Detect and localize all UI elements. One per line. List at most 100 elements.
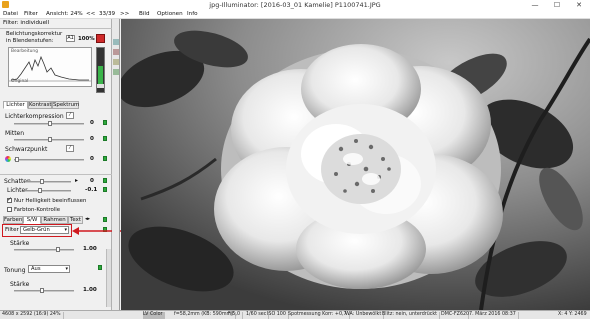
tonung-indicator[interactable]	[98, 265, 102, 270]
mitten-thumb[interactable]	[48, 137, 52, 142]
menu-info[interactable]: Info	[187, 11, 198, 17]
lichterkompression-thumb[interactable]	[48, 121, 52, 126]
helligkeit-checkbox[interactable]	[7, 196, 12, 203]
maximize-button[interactable]: ☐	[546, 0, 568, 10]
staerke-label: Stärke	[10, 240, 30, 247]
control-panel: Filter: individuell Belichtungskorrektur…	[0, 19, 112, 310]
panel-scrollbar[interactable]	[106, 249, 111, 307]
tab-sw[interactable]: S/W	[23, 216, 41, 224]
exposure-slider[interactable]	[96, 47, 105, 93]
status-dimensions: 4608 x 2592 (16:9) 24%	[2, 312, 64, 319]
schwarzpunkt-thumb[interactable]	[15, 157, 19, 162]
tab-farben[interactable]: Farben	[3, 216, 23, 224]
histogram: Bearbeitung Original	[8, 47, 92, 87]
filter-label: Filter	[5, 227, 19, 233]
color-wheel-icon	[5, 156, 11, 162]
filter-select[interactable]: Gelb-Grün ▾	[20, 226, 69, 234]
tab-spektrum[interactable]: Spektrum	[52, 101, 79, 109]
farbton-label: Farbton-Kontrolle	[14, 207, 61, 213]
schwarzpunkt-label: Schwarzpunkt	[5, 146, 48, 153]
schatten-slider[interactable]	[25, 181, 71, 183]
status-flash: Blitz: nein, unterdrückt	[382, 312, 441, 319]
schwarzpunkt-slider[interactable]	[14, 159, 84, 161]
filter-title: Filter: individuell	[3, 20, 50, 26]
eyedropper-icon[interactable]: ⁄	[66, 112, 74, 119]
lichterkompression-label: Lichterkompression	[5, 113, 64, 120]
menu-filter[interactable]: Filter	[24, 11, 38, 17]
panel-divider	[0, 28, 112, 29]
status-bar: 4608 x 2592 (16:9) 24% LV Color f=58,2mm…	[0, 310, 590, 319]
staerke2-value: 1.00	[83, 287, 97, 293]
chevron-down-icon: ▾	[64, 227, 67, 233]
tab-text[interactable]: Text	[68, 216, 83, 224]
tool-icon-1[interactable]	[113, 39, 119, 45]
status-focal: f=58,2mm (KB: 590mm)	[174, 312, 237, 319]
status-color: LV Color	[143, 312, 166, 319]
schwarzpunkt-value: 0	[90, 156, 94, 162]
staerke2-thumb[interactable]	[40, 288, 44, 293]
minimize-button[interactable]: —	[524, 0, 546, 10]
menu-ansicht[interactable]: Ansicht: 24%	[46, 11, 83, 17]
staerke-value: 1.00	[83, 246, 97, 252]
tonung-select-value: Aus	[31, 266, 41, 272]
tonung-label: Tonung	[4, 267, 26, 274]
status-wb: WA: Unbewölkt	[345, 312, 385, 319]
exposure-label-2: in Blendenstufen:	[6, 38, 54, 44]
status-coords: X: 4 Y: 2469	[558, 312, 587, 317]
status-shutter: 1/60 sec	[246, 312, 270, 319]
slider-thumb	[97, 84, 104, 88]
status-date: 07. März 2016 08:37	[466, 312, 519, 319]
staerke-thumb[interactable]	[56, 247, 60, 252]
title-bar: jpg-Illuminator: [2016-03_01 Kamelie] P1…	[0, 0, 590, 10]
schatten-thumb[interactable]	[40, 179, 44, 184]
zoom-percent: 100%	[78, 36, 95, 42]
tab-lichter[interactable]: Lichter	[3, 101, 28, 109]
close-button[interactable]: ✕	[568, 0, 590, 10]
staerke2-label: Stärke	[10, 281, 30, 288]
sw-indicator[interactable]	[103, 217, 107, 222]
schatten-value: 0	[90, 178, 94, 184]
chevron-down-icon-2: ▾	[65, 266, 68, 272]
schatten-arrow-icon[interactable]: ▸	[75, 177, 78, 184]
menu-bild[interactable]: Bild	[139, 11, 150, 17]
staerke2-slider[interactable]	[14, 290, 74, 292]
mitten-label: Mitten	[5, 130, 25, 137]
image-preview[interactable]	[121, 19, 590, 310]
slider-green-segment	[98, 66, 103, 86]
tool-icon-4[interactable]	[113, 69, 119, 75]
tool-icon-2[interactable]	[113, 49, 119, 55]
tab-kontrast[interactable]: Kontrast	[28, 101, 52, 109]
staerke-slider[interactable]	[14, 249, 74, 251]
reset-button[interactable]	[96, 34, 105, 43]
lichter-slider[interactable]	[25, 190, 71, 192]
image-counter: 33/39	[99, 11, 116, 17]
a1-badge[interactable]: A1	[66, 35, 75, 42]
menu-bar: Datei Filter Ansicht: 24% << 33/39 >> Bi…	[0, 10, 590, 19]
mitten-indicator[interactable]	[103, 136, 107, 141]
menu-datei[interactable]: Datei	[3, 11, 18, 17]
schwarzpunkt-indicator[interactable]	[103, 156, 107, 161]
histogram-label-top: Bearbeitung	[11, 49, 38, 54]
window-title: jpg-Illuminator: [2016-03_01 Kamelie] P1…	[209, 1, 381, 9]
status-camera: DMC-FZ62	[441, 312, 470, 319]
tool-icon-3[interactable]	[113, 59, 119, 65]
status-metering: Spotmessung Korr: +0,7	[288, 312, 350, 319]
tool-strip	[112, 19, 120, 310]
menu-optionen[interactable]: Optionen	[157, 11, 183, 17]
eyedropper-icon-2[interactable]: ⁄	[66, 145, 74, 152]
status-iso: ISO 100	[267, 312, 289, 319]
filter-select-value: Gelb-Grün	[23, 227, 50, 233]
tabs-scroll-icon[interactable]: ◂▸	[85, 216, 90, 222]
lichter-thumb[interactable]	[38, 188, 42, 193]
lichterkompression-indicator[interactable]	[103, 120, 107, 125]
lichter-indicator[interactable]	[103, 187, 107, 192]
tab-rahmen[interactable]: Rahmen	[41, 216, 68, 224]
exposure-label: Belichtungskorrektur	[6, 31, 63, 37]
schatten-indicator[interactable]	[103, 178, 107, 183]
farbton-checkbox[interactable]	[7, 207, 12, 212]
tonung-select[interactable]: Aus ▾	[28, 265, 70, 273]
menu-prev[interactable]: <<	[86, 11, 95, 17]
panel-divider-2	[0, 174, 112, 175]
mitten-value: 0	[90, 136, 94, 142]
menu-next[interactable]: >>	[120, 11, 129, 17]
